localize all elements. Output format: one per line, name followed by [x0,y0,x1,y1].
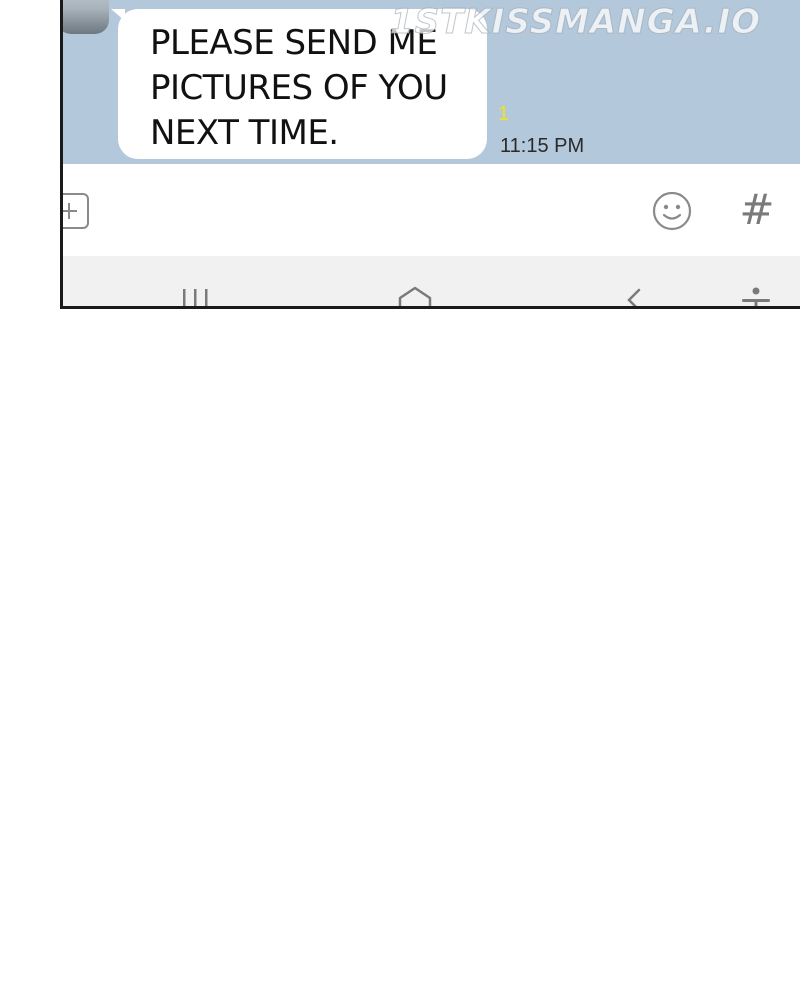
contact-avatar[interactable] [63,0,109,34]
home-icon[interactable] [397,286,433,309]
hash-icon[interactable]: # [739,188,775,232]
back-icon[interactable] [621,286,645,309]
accessibility-icon[interactable] [739,286,773,309]
plus-square-icon[interactable] [63,193,89,229]
watermark: 1STKISSMANGA.IO [389,2,762,43]
phone-screen: PLEASE SEND ME PICTURES OF YOU NEXT TIME… [60,0,800,309]
message-timestamp: 11:15 PM [500,135,585,157]
recent-apps-icon[interactable] [181,286,211,309]
smiley-icon[interactable] [651,190,693,232]
unread-count: 1 [498,103,510,125]
